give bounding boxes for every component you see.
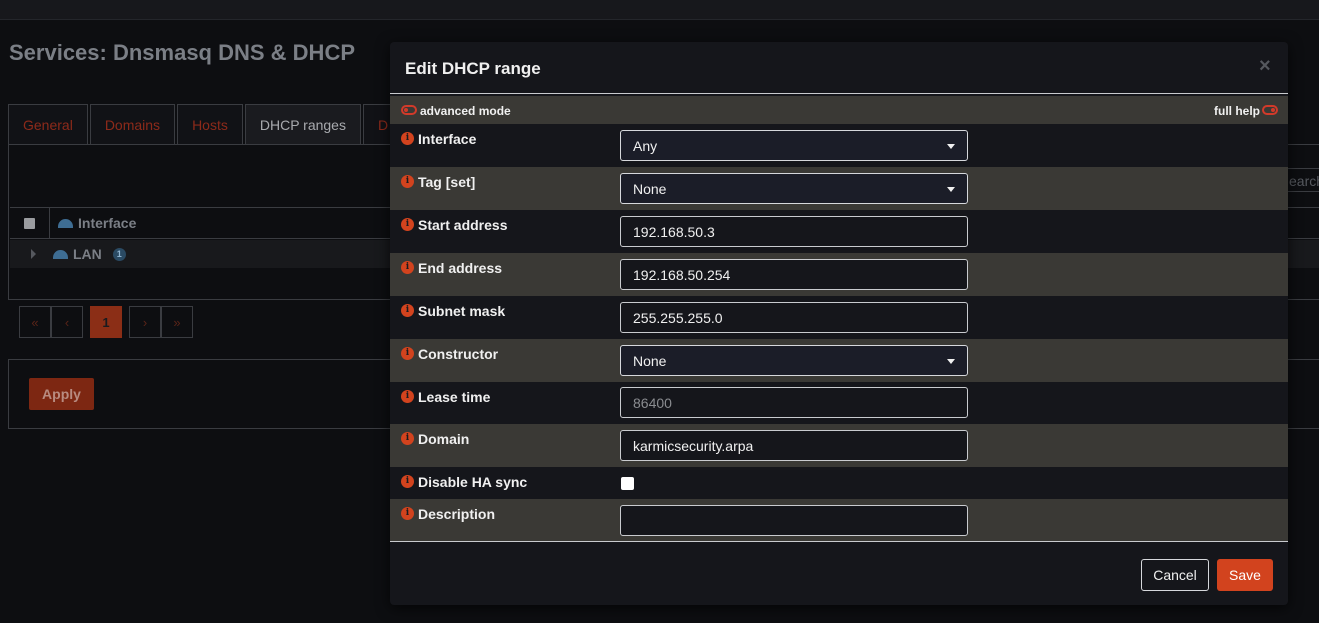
field-row-tag: i Tag [set] None (390, 167, 1288, 210)
first-page-button[interactable]: « (19, 306, 51, 338)
field-label-lease-time: Lease time (418, 389, 491, 405)
field-label-subnet-mask: Subnet mask (418, 303, 506, 319)
tag-select[interactable]: None (620, 173, 968, 204)
advanced-mode-toggle-icon[interactable] (401, 105, 417, 115)
field-label-constructor: Constructor (418, 346, 499, 362)
tab-dhcp-ranges[interactable]: DHCP ranges (244, 104, 361, 144)
start-address-input[interactable]: 192.168.50.3 (620, 216, 968, 247)
constructor-select[interactable]: None (620, 345, 968, 376)
close-icon[interactable]: × (1259, 55, 1271, 78)
top-navbar (0, 0, 1319, 20)
dialog-header: Edit DHCP range × (390, 42, 1288, 94)
current-page-button[interactable]: 1 (90, 306, 122, 338)
field-label-description: Description (418, 506, 496, 522)
edit-dhcp-range-dialog: Edit DHCP range × advanced mode full hel… (390, 42, 1288, 605)
subnet-mask-input[interactable]: 255.255.255.0 (620, 302, 968, 333)
field-label-domain: Domain (418, 431, 470, 447)
page-title: Services: Dnsmasq DNS & DHCP (9, 40, 356, 65)
chevron-down-icon (947, 144, 955, 149)
info-icon[interactable]: i (401, 507, 414, 520)
description-input[interactable] (620, 505, 968, 536)
tab-general[interactable]: General (8, 104, 88, 144)
tab-hosts[interactable]: Hosts (177, 104, 243, 144)
field-row-interface: i Interface Any (390, 124, 1288, 167)
field-row-constructor: i Constructor None (390, 339, 1288, 382)
advanced-mode-label[interactable]: advanced mode (420, 104, 511, 118)
network-icon (53, 249, 68, 259)
row-interface-label: LAN 1 (53, 246, 126, 262)
field-row-domain: i Domain karmicsecurity.arpa (390, 424, 1288, 467)
expand-caret-icon[interactable] (31, 249, 36, 259)
full-help-toggle-icon[interactable] (1262, 105, 1278, 115)
dialog-footer: Cancel Save (390, 541, 1288, 605)
field-row-disable-ha-sync: i Disable HA sync (390, 467, 1288, 499)
info-icon[interactable]: i (401, 132, 414, 145)
select-all-checkbox[interactable] (10, 207, 50, 239)
field-row-start-address: i Start address 192.168.50.3 (390, 210, 1288, 253)
select-value: Any (633, 137, 658, 154)
chevron-down-icon (947, 359, 955, 364)
field-label-tag: Tag [set] (418, 174, 476, 190)
info-icon[interactable]: i (401, 175, 414, 188)
info-icon[interactable]: i (401, 261, 414, 274)
interface-select[interactable]: Any (620, 130, 968, 161)
tab-bar: General Domains Hosts DHCP ranges D (8, 104, 405, 144)
last-page-button[interactable]: » (161, 306, 193, 338)
row-label-text: LAN (73, 246, 102, 262)
lease-time-input[interactable]: 86400 (620, 387, 968, 418)
select-value: None (633, 352, 667, 369)
field-label-end-address: End address (418, 260, 503, 276)
apply-button[interactable]: Apply (29, 378, 94, 410)
info-icon[interactable]: i (401, 304, 414, 317)
disable-ha-sync-checkbox[interactable] (621, 477, 634, 490)
chevron-down-icon (947, 187, 955, 192)
cancel-button[interactable]: Cancel (1141, 559, 1209, 591)
field-row-subnet-mask: i Subnet mask 255.255.255.0 (390, 296, 1288, 339)
column-header-label: Interface (78, 215, 137, 231)
dialog-title: Edit DHCP range (405, 59, 541, 78)
field-label-disable-ha-sync: Disable HA sync (418, 474, 528, 490)
search-input[interactable]: earch (1284, 168, 1319, 192)
select-value: None (633, 180, 667, 197)
full-help-label[interactable]: full help (1214, 104, 1260, 118)
end-address-input[interactable]: 192.168.50.254 (620, 259, 968, 290)
field-row-lease-time: i Lease time 86400 (390, 382, 1288, 424)
field-row-description: i Description (390, 499, 1288, 541)
domain-input[interactable]: karmicsecurity.arpa (620, 430, 968, 461)
save-button[interactable]: Save (1217, 559, 1273, 591)
tab-domains[interactable]: Domains (89, 104, 176, 144)
network-icon (58, 218, 73, 228)
checkbox-box (24, 217, 35, 229)
column-header-interface[interactable]: Interface (50, 215, 136, 231)
info-icon[interactable]: i (401, 475, 414, 488)
field-row-end-address: i End address 192.168.50.254 (390, 253, 1288, 296)
field-label-interface: Interface (418, 131, 477, 147)
info-icon[interactable]: i (401, 432, 414, 445)
info-icon[interactable]: i (401, 347, 414, 360)
field-label-start-address: Start address (418, 217, 508, 233)
next-page-button[interactable]: › (129, 306, 161, 338)
pagination: « ‹ 1 › » (19, 306, 193, 338)
prev-page-button[interactable]: ‹ (51, 306, 83, 338)
info-icon[interactable]: i (401, 218, 414, 231)
info-icon[interactable]: i (401, 390, 414, 403)
mode-toggle-row: advanced mode full help (390, 96, 1288, 124)
count-badge: 1 (112, 247, 126, 261)
